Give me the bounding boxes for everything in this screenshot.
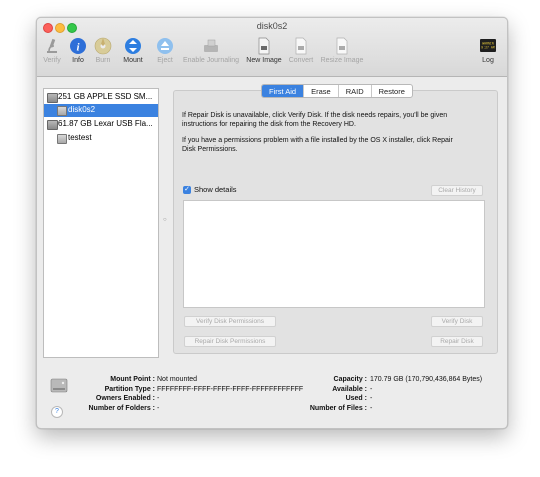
permissions-instructions: If you have a permissions problem with a… [182, 136, 492, 154]
burn-disc-icon [94, 37, 112, 55]
disk-utility-window: disk0s2 Verify i Info Burn Mount Eject E… [36, 17, 508, 429]
number-of-folders-label: Number of Folders : [88, 404, 155, 412]
sidebar-item-lexar-usb[interactable]: 61.87 GB Lexar USB Fla... [44, 118, 158, 131]
info-values-right: 170.79 GB (170,790,436,864 Bytes) - - - [370, 375, 482, 413]
repair-disk-button[interactable]: Repair Disk [431, 336, 483, 347]
help-button[interactable]: ? [51, 406, 63, 418]
tab-raid[interactable]: RAID [337, 85, 371, 97]
available-label: Available : [332, 385, 367, 393]
convert-button[interactable]: Convert [287, 37, 315, 64]
verify-label: Verify [43, 57, 61, 64]
volume-icon [57, 106, 67, 116]
capacity-label: Capacity : [333, 376, 367, 383]
burn-button[interactable]: Burn [92, 37, 114, 64]
repair-instructions-line: instructions for repairing the disk from… [182, 121, 356, 128]
info-labels-left: Mount Point : Partition Type : Owners En… [77, 375, 155, 413]
info-labels-right: Capacity : Available : Used : Number of … [297, 375, 367, 413]
log-label: Log [482, 57, 494, 64]
mount-point-value: Not mounted [157, 376, 198, 383]
tab-bar: First Aid Erase RAID Restore [261, 84, 413, 98]
info-label: Info [72, 57, 84, 64]
details-log[interactable] [183, 200, 485, 308]
sidebar-item-label: 61.87 GB Lexar USB Fla... [58, 119, 153, 128]
new-image-icon [258, 37, 270, 55]
tab-restore[interactable]: Restore [370, 85, 412, 97]
used-label: Used : [345, 395, 367, 402]
eject-icon [157, 38, 173, 54]
owners-enabled-label: Owners Enabled : [95, 395, 155, 402]
tab-first-aid[interactable]: First Aid [262, 85, 304, 97]
log-button[interactable]: WARNIN 9:27 AM Log [477, 37, 499, 64]
repair-instructions: If Repair Disk is unavailable, click Ver… [182, 111, 492, 129]
show-details-label: Show details [194, 185, 237, 194]
info-values-left: Not mounted FFFFFFFF-FFFF-FFFF-FFFF-FFFF… [157, 375, 303, 413]
microscope-icon [47, 38, 57, 53]
partition-type-value: FFFFFFFF-FFFF-FFFF-FFFF-FFFFFFFFFFFF [157, 385, 304, 393]
info-button[interactable]: i Info [68, 37, 88, 64]
console-log-icon: WARNIN 9:27 AM [480, 39, 496, 52]
resize-image-icon [336, 37, 348, 55]
new-image-button[interactable]: New Image [245, 37, 283, 64]
disk-sidebar: 251 GB APPLE SSD SM... disk0s2 61.87 GB … [43, 88, 159, 358]
convert-label: Convert [288, 57, 314, 64]
enable-journaling-label: Enable Journaling [182, 57, 240, 64]
split-view-handle-icon[interactable]: ○ [163, 217, 167, 223]
info-icon: i [70, 38, 86, 54]
capacity-value: 170.79 GB (170,790,436,864 Bytes) [370, 376, 483, 383]
new-image-label: New Image [246, 57, 282, 64]
tab-erase[interactable]: Erase [303, 85, 338, 97]
owners-enabled-value: - [157, 395, 160, 402]
enable-journaling-button[interactable]: Enable Journaling [180, 37, 242, 64]
resize-image-label: Resize Image [320, 57, 364, 64]
clear-history-button[interactable]: Clear History [431, 185, 483, 196]
repair-instructions-line: If Repair Disk is unavailable, click Ver… [182, 112, 448, 119]
title-bar: disk0s2 Verify i Info Burn Mount Eject E… [37, 18, 507, 77]
permissions-instructions-line: If you have a permissions problem with a… [182, 137, 453, 144]
burn-label: Burn [95, 57, 111, 64]
hard-drive-icon [47, 93, 58, 103]
verify-disk-button[interactable]: Verify Disk [431, 316, 483, 327]
used-value: - [370, 395, 373, 402]
svg-text:9:27 AM: 9:27 AM [481, 46, 494, 50]
mount-button[interactable]: Mount [121, 37, 145, 64]
sidebar-item-testest[interactable]: testest [44, 132, 158, 145]
mount-label: Mount [123, 57, 143, 64]
sidebar-item-apple-ssd[interactable]: 251 GB APPLE SSD SM... [44, 91, 158, 104]
volume-info-icon [50, 378, 68, 393]
mount-icon [125, 38, 141, 54]
eject-button[interactable]: Eject [154, 37, 176, 64]
partition-type-label: Partition Type : [104, 385, 155, 393]
verify-button[interactable]: Verify [41, 37, 63, 64]
eject-label: Eject [157, 57, 173, 64]
resize-image-button[interactable]: Resize Image [319, 37, 365, 64]
convert-image-icon [295, 37, 307, 55]
journal-drive-icon [204, 39, 218, 52]
window-title: disk0s2 [256, 21, 288, 31]
usb-drive-icon [47, 120, 58, 130]
repair-disk-permissions-button[interactable]: Repair Disk Permissions [184, 336, 276, 347]
mount-point-label: Mount Point : [110, 376, 155, 383]
number-of-files-label: Number of Files : [309, 404, 367, 412]
show-details-checkbox[interactable]: ✓ [183, 186, 191, 194]
permissions-instructions-line: Disk Permissions. [182, 146, 238, 153]
sidebar-item-disk0s2[interactable]: disk0s2 [44, 104, 158, 117]
number-of-folders-value: - [157, 404, 160, 412]
sidebar-item-label: testest [68, 133, 92, 142]
number-of-files-value: - [370, 404, 373, 412]
verify-disk-permissions-button[interactable]: Verify Disk Permissions [184, 316, 276, 327]
sidebar-item-label: 251 GB APPLE SSD SM... [58, 92, 153, 101]
volume-icon [57, 134, 67, 144]
available-value: - [370, 385, 373, 393]
sidebar-item-label: disk0s2 [68, 105, 96, 114]
